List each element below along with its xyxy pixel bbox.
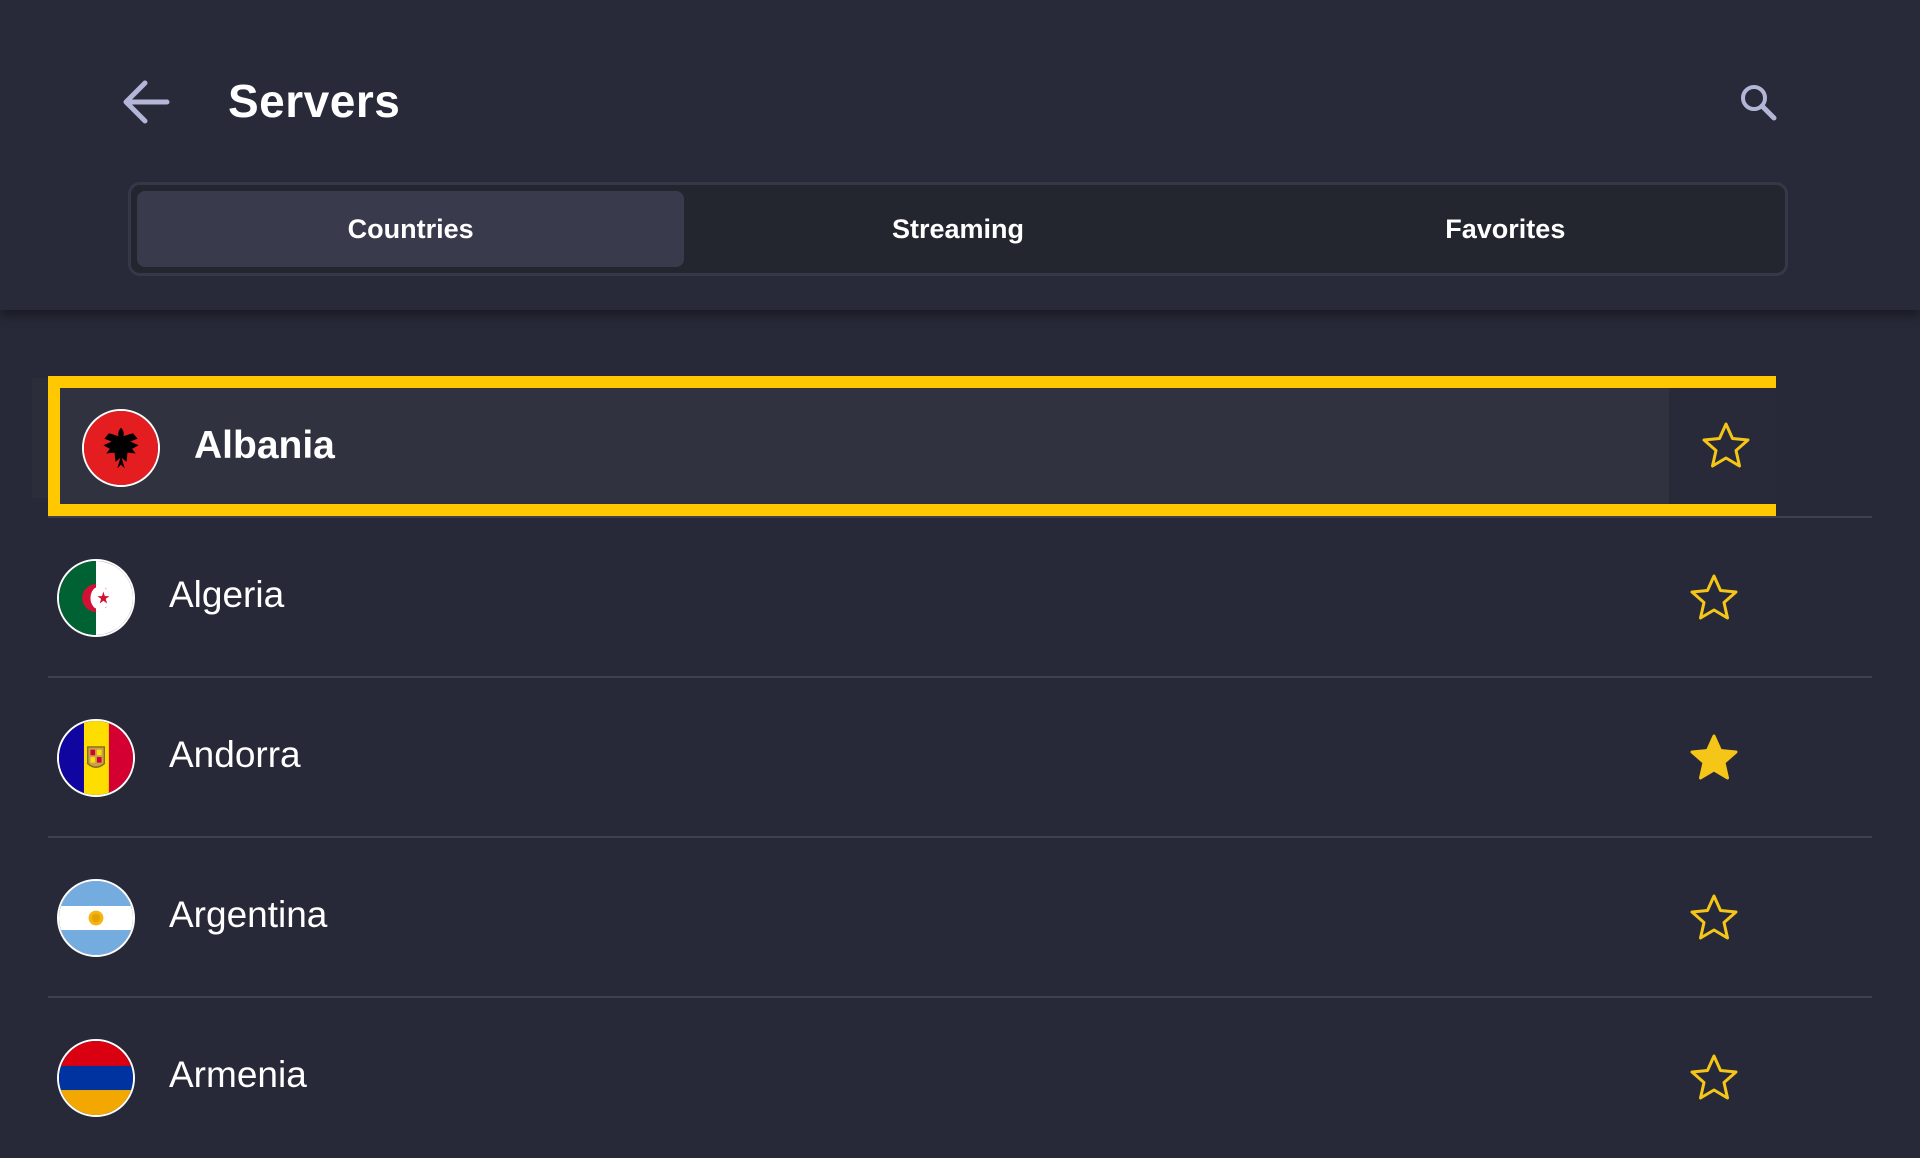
country-name: Algeria: [169, 574, 285, 615]
country-name: Argentina: [169, 894, 328, 935]
star-outline-icon[interactable]: [1688, 892, 1740, 944]
armenia-flag-icon: [57, 1039, 135, 1117]
list-item-argentina[interactable]: Argentina: [48, 838, 1872, 998]
country-name: Albania: [194, 424, 335, 467]
list-item-andorra[interactable]: Andorra: [48, 678, 1872, 838]
list-item-armenia[interactable]: Armenia: [48, 998, 1872, 1158]
tab-bar: Countries Streaming Favorites: [128, 182, 1788, 276]
argentina-flag-icon: [57, 879, 135, 957]
country-name: Armenia: [169, 1054, 307, 1095]
star-filled-icon[interactable]: [1688, 732, 1740, 784]
country-list: Albania Algeria Andorra Argentina Armeni…: [0, 310, 1920, 1117]
page-title: Servers: [228, 75, 401, 127]
country-name: Andorra: [169, 734, 301, 775]
back-button[interactable]: [118, 76, 174, 128]
list-item-algeria[interactable]: Algeria: [48, 518, 1872, 678]
star-outline-icon[interactable]: [1700, 420, 1752, 472]
tab-countries[interactable]: Countries: [137, 191, 685, 267]
arrow-left-icon: [123, 80, 170, 124]
list-item-albania[interactable]: Albania: [48, 376, 1776, 516]
search-icon: [1741, 85, 1777, 121]
algeria-flag-icon: [57, 559, 135, 637]
search-button[interactable]: [1732, 76, 1784, 128]
tab-streaming[interactable]: Streaming: [684, 191, 1231, 267]
header: Servers Countries Streaming Favorites: [0, 0, 1920, 310]
star-outline-icon[interactable]: [1688, 1052, 1740, 1104]
andorra-flag-icon: [57, 719, 135, 797]
tab-favorites[interactable]: Favorites: [1232, 191, 1779, 267]
albania-flag-icon: [82, 409, 160, 487]
star-outline-icon[interactable]: [1688, 572, 1740, 624]
